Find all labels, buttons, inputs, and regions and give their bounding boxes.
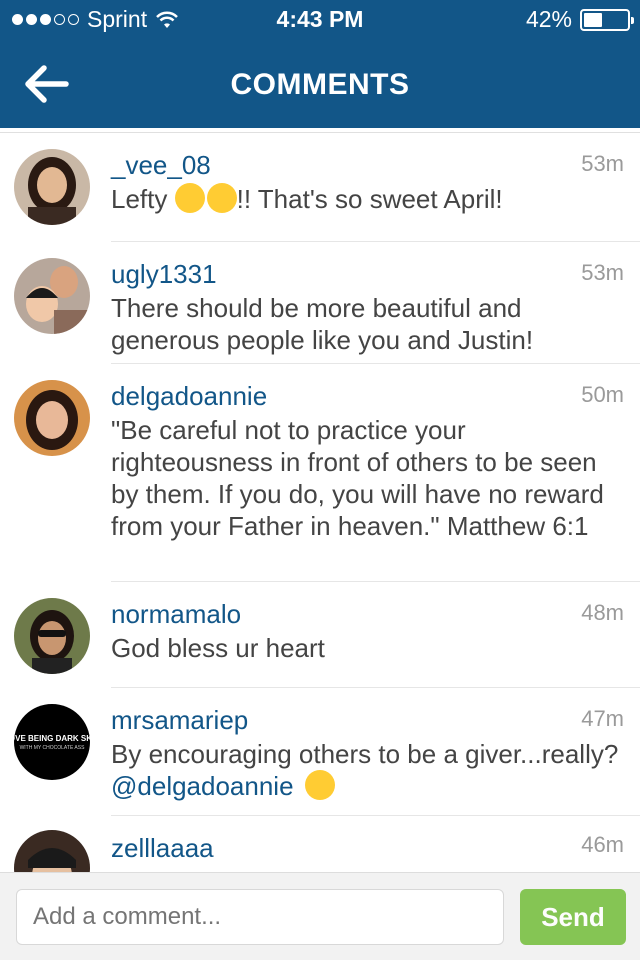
send-button[interactable]: Send [520,889,626,945]
battery-group: 42% [525,6,634,33]
comment-text-part: By encouraging others to be a giver...re… [111,739,619,769]
comment-item: ugly1331 53m There should be more beauti… [0,242,640,364]
avatar[interactable] [14,258,90,334]
comment-text: "Be careful not to practice your righteo… [111,415,604,541]
comment-text-part: !! That's so sweet April! [236,184,503,214]
comment-composer: Send [0,872,640,960]
comment-username[interactable]: ugly1331 [111,258,624,290]
avatar[interactable] [14,598,90,674]
comment-item: LOVE BEING DARK SKIN WITH MY CHOCOLATE A… [0,688,640,816]
unamused-face-emoji [304,770,335,800]
avatar-text: WITH MY CHOCOLATE ASS [19,744,85,751]
comment-item: zelllaaaa 46m [0,816,640,872]
battery-icon [580,8,634,31]
battery-percent: 42% [525,6,572,32]
comment-username[interactable]: zelllaaaa [111,832,624,864]
comment-input[interactable] [16,889,504,945]
comment-text: God bless ur heart [111,633,325,663]
thumbs-up-emoji [206,183,237,213]
page-title: COMMENTS [230,68,410,101]
comment-time: 48m [581,600,624,625]
comment-username[interactable]: _vee_08 [111,149,624,181]
comment-time: 53m [581,260,624,285]
comment-list[interactable]: _vee_08 53m Lefty !! That's so sweet Apr… [0,132,640,872]
comment-text: Lefty !! That's so sweet April! [111,183,624,215]
mention-link[interactable]: @delgadoannie [111,771,294,801]
navigation-bar: COMMENTS [0,40,640,128]
comment-item: normamalo 48m God bless ur heart [0,582,640,688]
avatar[interactable] [14,380,90,456]
comment-username[interactable]: normamalo [111,598,624,630]
status-bar: Sprint 4:43 PM 42% [0,0,640,40]
avatar[interactable]: LOVE BEING DARK SKIN WITH MY CHOCOLATE A… [14,704,90,780]
top-bar: Sprint 4:43 PM 42% COMMENTS [0,0,640,128]
comment-time: 53m [581,151,624,176]
comment-time: 50m [581,382,624,407]
comment-item: delgadoannie 50m "Be careful not to prac… [0,364,640,582]
raised-hands-emoji [174,183,205,213]
avatar-text: LOVE BEING DARK SKIN [14,733,90,743]
comment-text: By encouraging others to be a giver...re… [111,738,624,802]
comment-username[interactable]: mrsamariep [111,704,624,736]
comment-time: 46m [581,832,624,857]
avatar[interactable] [14,830,90,872]
comment-time: 47m [581,706,624,731]
comment-item: _vee_08 53m Lefty !! That's so sweet Apr… [0,133,640,242]
comment-text-part: Lefty [111,184,175,214]
avatar[interactable] [14,149,90,225]
battery-level [584,12,602,27]
comment-username[interactable]: delgadoannie [111,380,624,412]
comment-text: There should be more beautiful and gener… [111,293,534,355]
